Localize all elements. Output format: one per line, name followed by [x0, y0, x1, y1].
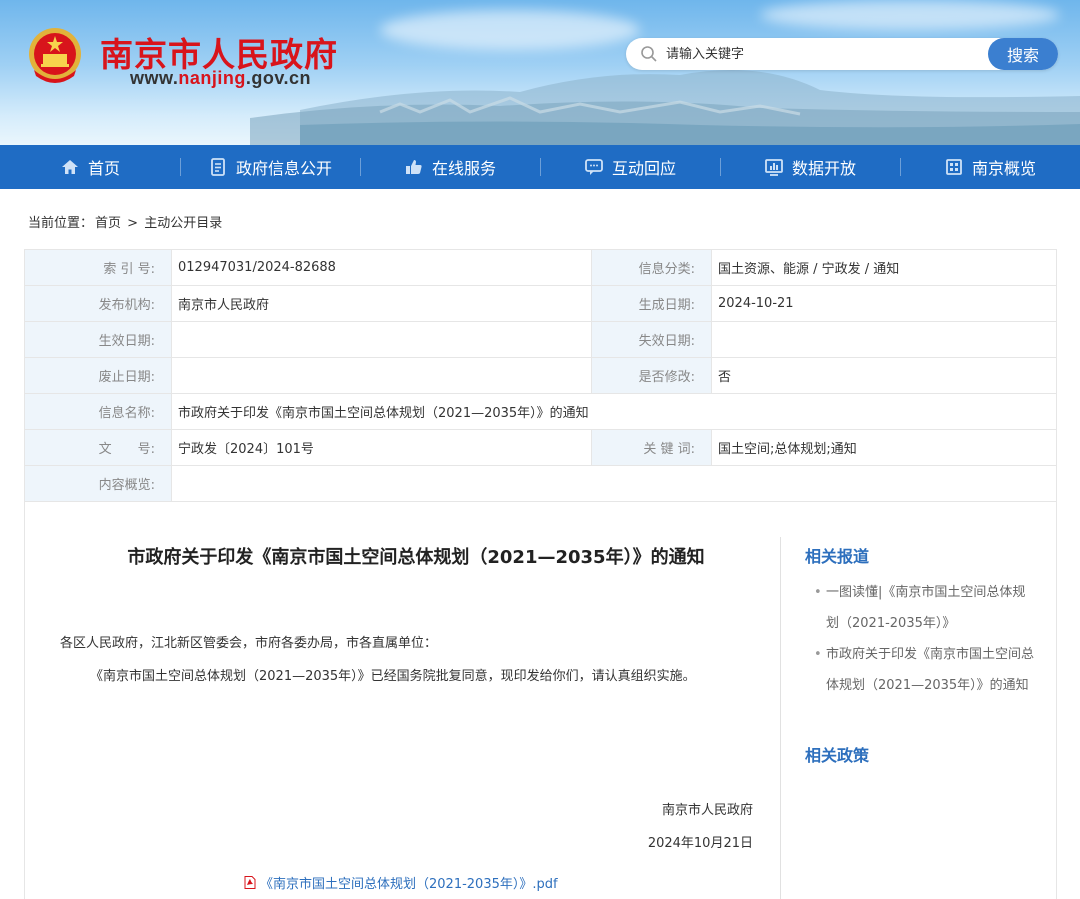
nav-item-nanjing-overview[interactable]: 南京概览 [900, 145, 1080, 189]
info-name-label: 信息名称: [24, 393, 172, 430]
publisher-label: 发布机构: [24, 285, 172, 322]
modified-label: 是否修改: [591, 357, 712, 394]
nav-label: 南京概览 [971, 159, 1036, 178]
created-date-value: 2024-10-21 [711, 285, 1057, 322]
table-row: 生效日期: 失效日期: [24, 321, 1057, 358]
table-row: 废止日期: 是否修改: 否 [24, 357, 1057, 394]
article-title: 市政府关于印发《南京市国土空间总体规划（2021—2035年）》的通知 [127, 547, 705, 568]
doc-number-value: 宁政发〔2024〕101号 [171, 429, 592, 466]
attachment-filename: 《南京市国土空间总体规划（2021-2035年）》.pdf [260, 877, 558, 892]
document-info-table: 索 引 号: 012947031/2024-82688 信息分类: 国土资源、能… [24, 249, 1057, 502]
nav-item-home[interactable]: 首页 [0, 145, 180, 189]
summary-label: 内容概览: [24, 465, 172, 502]
nav-item-online-service[interactable]: 在线服务 [360, 145, 540, 189]
nav-label: 政府信息公开 [235, 159, 332, 178]
chart-icon [765, 159, 783, 176]
table-row: 发布机构: 南京市人民政府 生成日期: 2024-10-21 [24, 285, 1057, 322]
related-reports-heading: 相关报道 [805, 547, 870, 566]
table-row: 信息名称: 市政府关于印发《南京市国土空间总体规划（2021—2035年）》的通… [24, 393, 1057, 430]
table-row: 内容概览: [24, 465, 1057, 502]
main-nav: 首页 政府信息公开 在线服务 互动回应 数据开放 南京概览 [0, 145, 1080, 189]
summary-value [171, 465, 1057, 502]
repeal-date-value [171, 357, 592, 394]
nav-label: 首页 [87, 159, 120, 178]
nav-label: 互动回应 [611, 159, 676, 178]
pdf-icon [244, 876, 256, 889]
modified-value: 否 [711, 357, 1057, 394]
nav-label: 在线服务 [431, 159, 496, 178]
publisher-value: 南京市人民政府 [171, 285, 592, 322]
signature-date: 2024年10月21日 [647, 836, 753, 851]
nav-label: 数据开放 [791, 159, 856, 178]
breadcrumb-prefix: 当前位置： [28, 216, 94, 231]
home-icon [61, 160, 78, 174]
search-icon [641, 46, 657, 62]
document-icon [211, 158, 225, 176]
list-item[interactable]: 一图读懂|《南京市国土空间总体规划（2021-2035年）》 [814, 577, 1034, 639]
category-value: 国土资源、能源 / 宁政发 / 通知 [711, 249, 1057, 286]
nav-item-open-data[interactable]: 数据开放 [720, 145, 900, 189]
building-icon [946, 159, 962, 175]
related-policies-heading: 相关政策 [805, 746, 870, 765]
breadcrumb-separator: > [127, 216, 139, 231]
signature-organization: 南京市人民政府 [661, 803, 753, 818]
attachment-link[interactable]: 《南京市国土空间总体规划（2021-2035年）》.pdf [244, 873, 558, 892]
effective-date-value [171, 321, 592, 358]
national-emblem-logo [29, 28, 81, 83]
site-url-prefix: www. [130, 68, 179, 88]
keywords-label: 关 键 词: [591, 429, 712, 466]
category-label: 信息分类: [591, 249, 712, 286]
breadcrumb: 当前位置： 首页 > 主动公开目录 [28, 212, 224, 231]
site-header: 南京市人民政府 www.nanjing.gov.cn 搜索 [0, 0, 1080, 145]
repeal-date-label: 废止日期: [24, 357, 172, 394]
article-recipients: 各区人民政府，江北新区管委会，市府各委办局，市各直属单位： [60, 636, 438, 651]
related-reports-list: 一图读懂|《南京市国土空间总体规划（2021-2035年）》 市政府关于印发《南… [814, 577, 1034, 701]
index-value: 012947031/2024-82688 [171, 249, 592, 286]
site-url: www.nanjing.gov.cn [130, 68, 311, 89]
info-name-value: 市政府关于印发《南京市国土空间总体规划（2021—2035年）》的通知 [171, 393, 1057, 430]
nav-item-interaction[interactable]: 互动回应 [540, 145, 720, 189]
keywords-value: 国土空间;总体规划;通知 [711, 429, 1057, 466]
content-divider [780, 537, 781, 899]
table-row: 索 引 号: 012947031/2024-82688 信息分类: 国土资源、能… [24, 249, 1057, 286]
article-body: 《南京市国土空间总体规划（2021—2035年）》已经国务院批复同意，现印发给你… [90, 669, 696, 684]
breadcrumb-home-link[interactable]: 首页 [95, 216, 121, 231]
search-box: 搜索 [626, 38, 1058, 70]
search-button[interactable]: 搜索 [988, 38, 1058, 70]
breadcrumb-current-link[interactable]: 主动公开目录 [144, 216, 222, 231]
doc-number-label: 文 号: [24, 429, 172, 466]
thumbs-up-icon [405, 160, 422, 174]
nav-item-gov-info[interactable]: 政府信息公开 [180, 145, 360, 189]
invalid-date-value [711, 321, 1057, 358]
table-row: 文 号: 宁政发〔2024〕101号 关 键 词: 国土空间;总体规划;通知 [24, 429, 1057, 466]
site-url-suffix: .gov.cn [245, 68, 312, 88]
effective-date-label: 生效日期: [24, 321, 172, 358]
invalid-date-label: 失效日期: [591, 321, 712, 358]
created-date-label: 生成日期: [591, 285, 712, 322]
chat-icon [585, 159, 603, 175]
search-input[interactable] [666, 42, 966, 66]
site-url-brand: nanjing [178, 68, 246, 88]
index-label: 索 引 号: [24, 249, 172, 286]
list-item[interactable]: 市政府关于印发《南京市国土空间总体规划（2021—2035年）》的通知 [814, 639, 1034, 701]
